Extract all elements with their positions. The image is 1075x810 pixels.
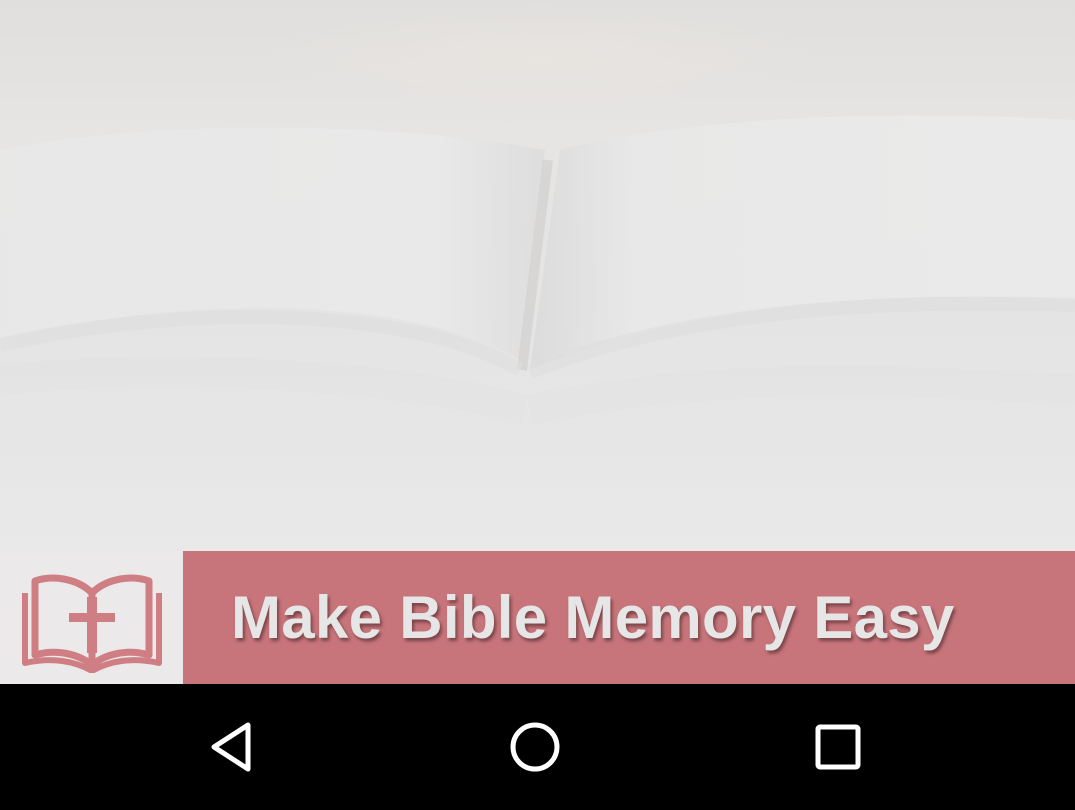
tagline-text: Make Bible Memory Easy — [231, 584, 955, 651]
open-book-illustration — [0, 115, 1075, 425]
tagline-container: Make Bible Memory Easy — [183, 551, 1075, 684]
bible-cross-icon — [21, 574, 162, 673]
promo-banner: Make Bible Memory Easy — [0, 551, 1075, 684]
home-circle-icon — [510, 722, 560, 772]
background-book-image — [0, 0, 1075, 551]
home-button[interactable] — [500, 712, 570, 782]
recents-square-icon — [815, 724, 861, 770]
app-screen: Make Bible Memory Easy — [0, 0, 1075, 810]
back-button[interactable] — [197, 712, 267, 782]
recents-button[interactable] — [803, 712, 873, 782]
logo-container — [0, 551, 183, 684]
back-triangle-icon — [211, 722, 251, 772]
system-navigation-bar — [0, 684, 1075, 810]
